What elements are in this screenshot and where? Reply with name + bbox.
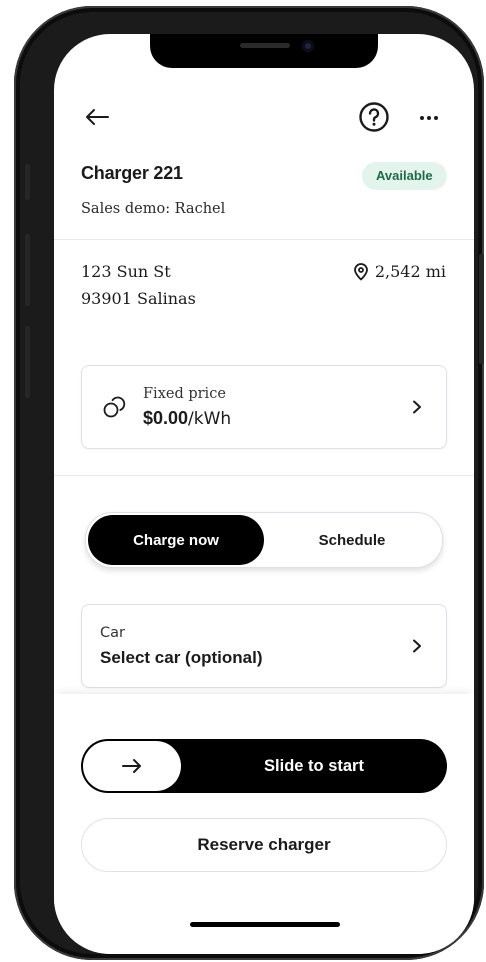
mute-switch (25, 164, 30, 200)
divider (54, 475, 474, 476)
chevron-right-icon (413, 400, 421, 414)
reserve-charger-button[interactable]: Reserve charger (81, 818, 447, 872)
divider (54, 239, 474, 240)
slide-to-start[interactable]: Slide to start (81, 739, 447, 793)
distance: 2,542 mi (353, 262, 446, 281)
distance-value: 2,542 mi (374, 262, 446, 281)
tab-schedule[interactable]: Schedule (264, 515, 440, 565)
arrow-left-icon (86, 109, 109, 125)
notch (150, 34, 378, 68)
slider-handle[interactable] (83, 741, 181, 791)
car-value: Select car (optional) (100, 648, 263, 667)
volume-down-button (25, 326, 30, 398)
front-camera (302, 40, 314, 52)
chevron-right-icon (413, 639, 421, 653)
map-pin-icon (353, 262, 368, 280)
volume-up-button (25, 234, 30, 306)
charger-title: Charger 221 (81, 163, 183, 183)
address-city: 93901 Salinas (81, 289, 196, 308)
back-button[interactable] (80, 100, 114, 134)
speaker (240, 43, 290, 48)
tab-charge-now[interactable]: Charge now (88, 515, 264, 565)
price-label: Fixed price (143, 386, 226, 402)
action-footer: Slide to start Reserve charger (54, 694, 474, 954)
home-indicator[interactable] (190, 922, 340, 927)
more-dots-icon (434, 116, 438, 120)
charger-subtitle: Sales demo: Rachel (81, 201, 226, 217)
power-button (479, 254, 484, 364)
address-street: 123 Sun St (81, 262, 171, 281)
more-dots-icon (420, 116, 424, 120)
charge-mode-toggle: Charge now Schedule (85, 512, 443, 568)
car-select-card[interactable]: Car Select car (optional) (81, 604, 447, 688)
car-label: Car (100, 625, 125, 641)
phone-frame: Charger 221 Available Sales demo: Rachel… (14, 6, 484, 960)
price-unit: /kWh (188, 409, 232, 429)
coins-icon (103, 396, 126, 418)
question-circle-icon (359, 102, 389, 132)
help-button[interactable] (358, 101, 390, 133)
price-value: $0.00/kWh (143, 408, 231, 429)
arrow-right-icon (122, 759, 141, 773)
more-dots-icon (427, 116, 431, 120)
more-options-button[interactable] (414, 106, 444, 130)
price-card[interactable]: Fixed price $0.00/kWh (81, 365, 447, 449)
screen: Charger 221 Available Sales demo: Rachel… (54, 34, 474, 954)
status-badge: Available (362, 162, 447, 190)
price-amount: $0.00 (143, 408, 189, 428)
slide-to-start-label: Slide to start (264, 756, 364, 775)
